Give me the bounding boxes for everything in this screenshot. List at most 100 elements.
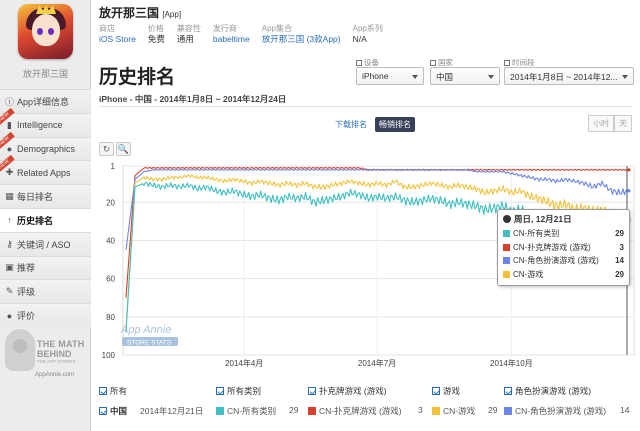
meta-value: 通用 [176,34,194,44]
sidebar-item-2[interactable]: ● Demographics NEW [0,131,91,161]
country-select[interactable]: 中国 [430,67,500,85]
legend-rpg[interactable]: 角色扮演游戏 (游戏) [504,385,591,397]
app-icon[interactable] [18,4,73,59]
tooltip-row: CN-所有类别 29 [503,227,624,241]
legend-card-games[interactable]: 扑克牌游戏 (游戏) [308,385,387,397]
meta-value: 免费 [147,34,165,44]
device-value: iPhone [362,71,389,81]
chart-icon: ▮ [7,119,12,130]
data-country-label: 中国 [110,406,128,416]
bulb-icon [5,329,35,371]
meta-value[interactable]: 放开那三国 (3款App) [262,34,341,45]
tooltip-row: CN-扑克牌游戏 (游戏) 3 [503,241,624,255]
data-country[interactable]: 中国 [99,405,127,417]
sidebar-item-4[interactable]: ▦ 每日排名 [0,184,91,208]
promo-line1: THE MATH [37,339,85,349]
feature-icon: ▣ [5,262,14,273]
date-range-select[interactable]: 2014年1月8日 ~ 2014年12... [504,67,634,85]
promo-banner[interactable]: THE MATH BEHIND THE APP STORES AppAnnie.… [3,327,88,385]
tooltip-swatch [503,230,510,238]
legend-all-label: 所有 [110,386,128,396]
platform-tag: [App] [162,10,182,19]
app-root: 放开那三国 ⓘ App详细信息 ▮ Intelligence NEW ● Demograph… [0,0,640,431]
data-games-value: 29 [488,405,498,415]
app-icon-eye [37,28,43,35]
day-button[interactable]: 天 [614,115,632,132]
sidebar-item-7[interactable]: ▣ 推荐 [0,255,91,280]
legend-rpg-label: 角色扮演游戏 (游戏) [515,386,592,396]
device-filter-label: 设备 [356,58,424,67]
tooltip-swatch [503,270,510,278]
sidebar-item-label: Related Apps [17,167,71,178]
watermark-line1: App Annie [120,324,171,336]
page-subtitle: iPhone - 中国 - 2014年1月8日 ~ 2014年12月24日 [99,94,287,104]
key-icon: ⚷ [6,238,13,249]
y-tick-label: 100 [102,351,116,360]
sidebar-item-0[interactable]: ⓘ App详细信息 [0,89,91,113]
star-icon: ✎ [5,286,14,297]
sidebar-item-label: 每日排名 [17,192,54,203]
meta-value[interactable]: babeltime [213,34,250,45]
divider [99,106,632,107]
sidebar-item-label: 推荐 [17,263,36,274]
meta-value: N/A [352,34,367,44]
legend-all[interactable]: 所有 [99,385,127,397]
reset-zoom-button[interactable]: ↻ [99,142,114,156]
tooltip-series-name: CN-游戏 [513,269,544,279]
info-icon: ⓘ [5,96,15,107]
sidebar-item-3[interactable]: ✚ Related Apps NEW [0,155,91,185]
sidebar-item-label: Intelligence [17,120,63,131]
app-name: 放开那三国 [99,6,160,20]
device-select[interactable]: iPhone [356,67,424,85]
country-value: 中国 [436,72,454,82]
sidebar-item-6[interactable]: ⚷ 关键词 / ASO [0,231,91,256]
checkbox-icon[interactable] [216,387,224,395]
watermark-line2: STORE STATS [127,340,172,347]
sidebar: 放开那三国 ⓘ App详细信息 ▮ Intelligence NEW ● Demograph… [0,0,98,431]
chevron-down-icon [412,75,418,79]
chevron-down-icon [622,75,628,79]
series-end-point [627,189,631,193]
data-rpg-label: CN-角色扮演游戏 (游戏) [515,406,607,416]
checkbox-icon[interactable] [308,387,316,395]
tooltip-swatch [503,243,510,251]
sidebar-item-label: 历史排名 [17,215,54,226]
date-label-text: 时间段 [512,58,535,67]
page-title: 历史排名 [99,67,176,88]
meta-label: App系列 [352,24,383,33]
zoom-button[interactable]: 🔍 [116,142,131,156]
checkbox-icon[interactable] [99,387,107,395]
device-label-text: 设备 [364,58,379,67]
sidebar-item-1[interactable]: ▮ Intelligence NEW [0,107,91,137]
checkbox-icon[interactable] [99,407,107,415]
hour-button[interactable]: 小时 [588,115,614,132]
data-card-games-value: 3 [418,405,423,415]
tooltip-series-name: CN-角色扮演游戏 (游戏) [513,256,599,266]
data-all-categories-value: 29 [289,405,299,415]
data-row: 中国 2014年12月21日 CN-所有类别 29 CN-扑克牌游戏 (游戏) … [99,405,640,419]
app-icon-crown [36,5,56,14]
data-all-categories-label: CN-所有类别 [227,406,277,416]
promo-link[interactable]: AppAnnie.com [35,372,74,378]
data-games-label: CN-游戏 [443,406,476,416]
sidebar-item-label: 评价 [17,311,36,322]
legend-all-categories[interactable]: 所有类别 [216,385,261,397]
tooltip-row: CN-游戏 29 [503,268,624,282]
y-tick-label: 80 [106,313,115,322]
meta-value[interactable]: iOS Store [99,34,136,45]
chart-tools: ↻ 🔍 [99,142,131,156]
checkbox-icon[interactable] [504,387,512,395]
legend-games[interactable]: 游戏 [432,385,460,397]
tooltip-series-name: CN-扑克牌游戏 (游戏) [513,242,591,252]
sidebar-item-5[interactable]: ↑ 历史排名 [0,207,98,232]
downloads-rank-toggle[interactable]: 下载排名 [331,117,371,132]
grossing-rank-toggle[interactable]: 畅销排名 [375,117,415,132]
meta-item: 价格 免费 [148,24,165,45]
sidebar-item-8[interactable]: ✎ 评级 [0,279,91,304]
tooltip-series-name: CN-所有类别 [513,229,560,239]
promo-line3: THE APP STORES [37,359,76,364]
sidebar-item-9[interactable]: ● 评价 [0,303,91,327]
country-label-text: 国家 [438,58,453,67]
app-header: 放开那三国 [App] 商店 iOS Store 价格 免费 兼容性 通用 发行商 babel… [99,4,640,44]
checkbox-icon[interactable] [432,387,440,395]
